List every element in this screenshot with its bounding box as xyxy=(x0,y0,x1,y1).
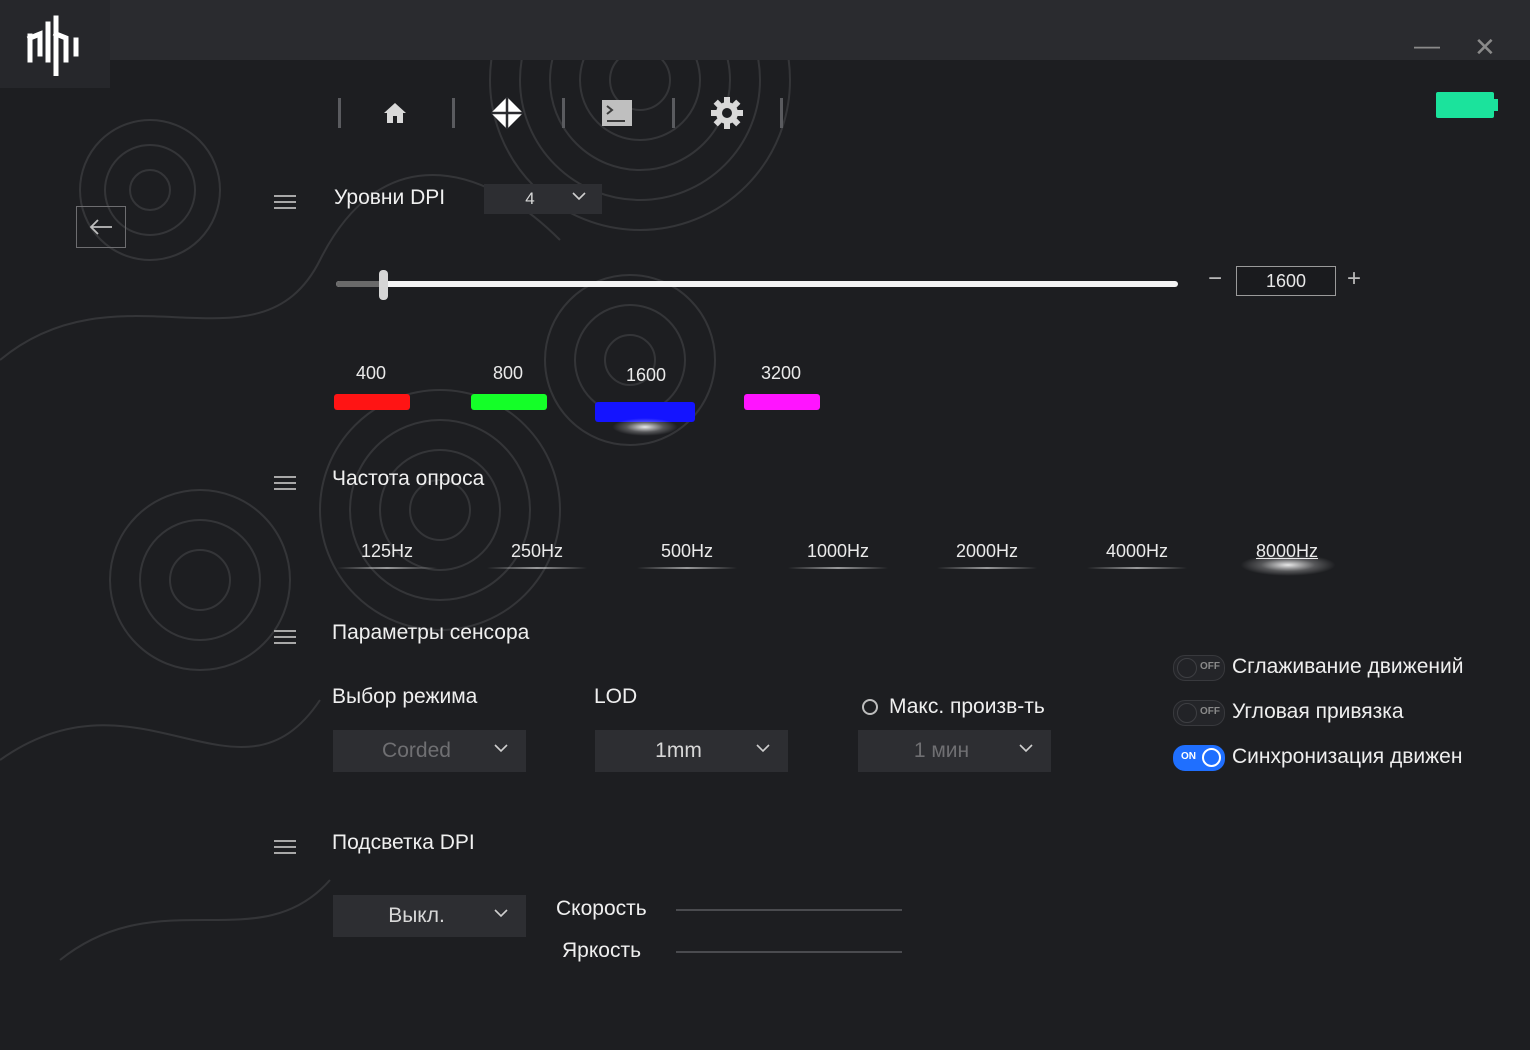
smoothing-label: Сглаживание движений xyxy=(1232,655,1464,678)
drag-handle-icon[interactable] xyxy=(274,630,296,644)
dpi-levels-count-value: 4 xyxy=(525,189,535,208)
polling-rate-option[interactable]: 2000Hz xyxy=(935,541,1039,562)
chevron-down-icon xyxy=(1019,744,1033,753)
dpi-increase-button[interactable]: + xyxy=(1347,265,1361,293)
lod-dropdown[interactable]: 1mm xyxy=(595,730,788,772)
polling-rate-underline xyxy=(1087,567,1187,569)
toggle-state-text: OFF xyxy=(1200,706,1220,717)
back-button[interactable] xyxy=(76,206,126,248)
dpi-slider-thumb[interactable] xyxy=(379,270,388,300)
nav-separator xyxy=(780,98,783,128)
chevron-down-icon xyxy=(494,744,508,753)
mode-select-label: Выбор режима xyxy=(332,685,478,708)
gear-icon[interactable] xyxy=(710,96,744,130)
nav-separator xyxy=(452,98,455,128)
polling-rate-title: Частота опроса xyxy=(332,467,485,490)
polling-rate-option-selected[interactable]: 8000Hz xyxy=(1235,541,1339,562)
angle-snapping-label: Угловая привязка xyxy=(1232,700,1404,723)
mode-dropdown[interactable]: Corded xyxy=(333,730,526,772)
drag-handle-icon[interactable] xyxy=(274,476,296,490)
smoothing-toggle[interactable]: OFF xyxy=(1173,655,1225,681)
motion-sync-label: Синхронизация движен xyxy=(1232,745,1463,768)
arrow-left-icon xyxy=(89,219,112,235)
brightness-slider[interactable] xyxy=(676,951,902,953)
dpi-stage-swatch-magenta[interactable] xyxy=(744,394,820,410)
max-performance-value: 1 мин xyxy=(913,739,970,762)
dpi-levels-count-dropdown[interactable]: 4 xyxy=(484,184,602,214)
battery-tip xyxy=(1494,99,1498,111)
dpi-stage-swatch-red[interactable] xyxy=(334,394,410,410)
lod-dropdown-value: 1mm xyxy=(655,739,702,762)
dpi-stage-label: 800 xyxy=(492,363,524,383)
dpi-stage-label: 400 xyxy=(355,363,387,383)
dpi-slider-track[interactable] xyxy=(336,281,1178,287)
lighting-mode-value: Выкл. xyxy=(388,904,445,927)
max-performance-radio[interactable] xyxy=(862,699,878,715)
polling-rate-underline xyxy=(937,567,1037,569)
terminal-icon[interactable] xyxy=(600,96,634,130)
motion-sync-toggle[interactable]: ON xyxy=(1173,745,1225,771)
polling-rate-option[interactable]: 500Hz xyxy=(635,541,739,562)
polling-rate-option[interactable]: 4000Hz xyxy=(1085,541,1189,562)
toggle-state-text: OFF xyxy=(1200,661,1220,672)
polling-rate-option[interactable]: 250Hz xyxy=(485,541,589,562)
chevron-down-icon xyxy=(756,744,770,753)
angle-snapping-toggle[interactable]: OFF xyxy=(1173,700,1225,726)
polling-rate-option[interactable]: 125Hz xyxy=(335,541,439,562)
close-button[interactable]: ✕ xyxy=(1474,34,1496,60)
drag-handle-icon[interactable] xyxy=(274,195,296,209)
nav-separator xyxy=(338,98,341,128)
drag-handle-icon[interactable] xyxy=(274,840,296,854)
dpi-stage-swatch-green[interactable] xyxy=(471,394,547,410)
active-stage-glow xyxy=(612,418,678,436)
polling-rate-underline xyxy=(788,567,888,569)
brightness-label: Яркость xyxy=(562,939,642,962)
lighting-mode-dropdown[interactable]: Выкл. xyxy=(333,895,526,937)
dpi-stage-label: 1600 xyxy=(625,365,667,385)
toggle-state-text: ON xyxy=(1181,751,1196,762)
diamond-icon[interactable] xyxy=(490,96,524,130)
home-icon[interactable] xyxy=(378,96,412,130)
polling-rate-underline xyxy=(637,567,737,569)
chevron-down-icon xyxy=(572,192,586,201)
sensor-settings-title: Параметры сенсора xyxy=(332,621,530,644)
chevron-down-icon xyxy=(494,909,508,918)
nav-separator xyxy=(672,98,675,128)
minimize-button[interactable]: — xyxy=(1414,32,1440,58)
polling-rate-underline xyxy=(487,567,587,569)
max-performance-dropdown[interactable]: 1 мин xyxy=(858,730,1051,772)
dpi-lighting-title: Подсветка DPI xyxy=(332,831,475,854)
max-performance-label: Макс. произв-ть xyxy=(889,695,1045,718)
dpi-stage-label: 3200 xyxy=(760,363,802,383)
polling-rate-option[interactable]: 1000Hz xyxy=(786,541,890,562)
polling-rate-underline xyxy=(337,567,437,569)
speed-label: Скорость xyxy=(556,897,647,920)
speed-slider[interactable] xyxy=(676,909,902,911)
dpi-levels-title: Уровни DPI xyxy=(334,186,446,209)
dpi-slider-fill xyxy=(336,281,384,287)
mode-dropdown-value: Corded xyxy=(382,739,451,762)
lod-label: LOD xyxy=(594,685,638,708)
dpi-value-input[interactable]: 1600 xyxy=(1236,266,1336,296)
title-bar xyxy=(0,0,1530,60)
battery-indicator xyxy=(1436,92,1494,118)
nav-separator xyxy=(562,98,565,128)
dpi-decrease-button[interactable]: − xyxy=(1208,265,1222,293)
